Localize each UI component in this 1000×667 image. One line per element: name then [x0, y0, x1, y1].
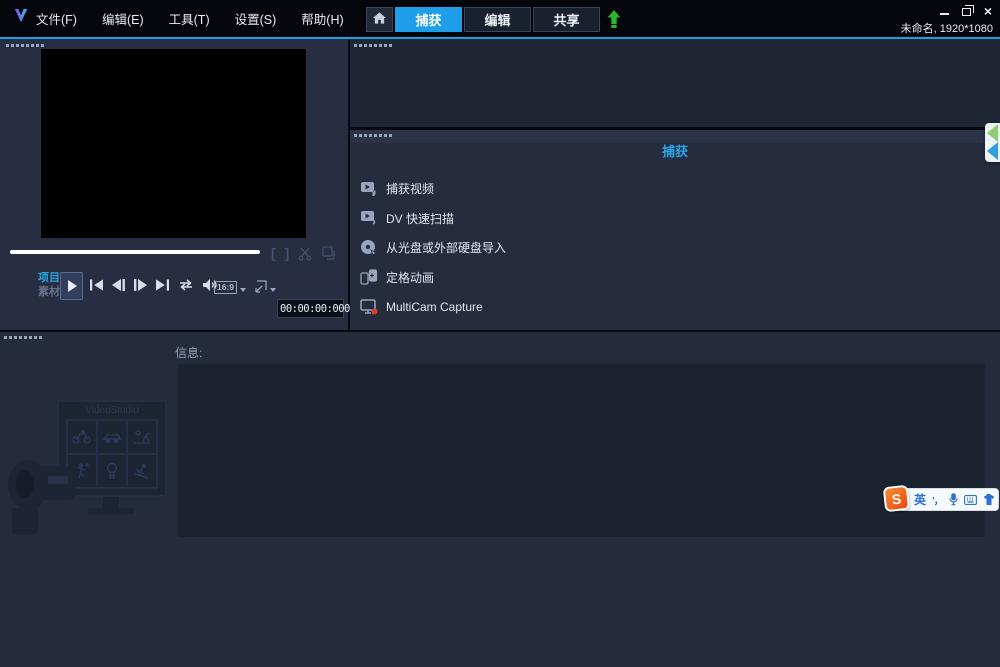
minimize-button[interactable]: [940, 8, 949, 15]
split-clip-icon[interactable]: [322, 246, 336, 260]
trim-controls: [ ]: [271, 245, 336, 261]
library-panel: [350, 39, 1000, 127]
ime-toolbar: S 英 ’，: [884, 486, 1000, 513]
aspect-dropdown-icon[interactable]: [240, 288, 246, 292]
enlarge-preview-icon[interactable]: [253, 280, 267, 294]
dv-quick-scan-item[interactable]: DV 快速扫描: [359, 204, 506, 234]
document-info: 未命名, 1920*1080: [901, 20, 993, 36]
loop-icon[interactable]: [178, 279, 194, 291]
watermark-monitor-base: [88, 508, 134, 514]
menu-tools[interactable]: 工具(T): [169, 9, 210, 28]
capture-panel-title: 捕获: [350, 141, 1000, 160]
watermark-beach-icon: [127, 420, 157, 454]
watermark-camcorder-grip: [12, 508, 38, 535]
tab-share[interactable]: 共享: [533, 7, 600, 32]
go-end-icon[interactable]: [156, 279, 169, 291]
videostudio-watermark: VideoStudio: [0, 390, 180, 535]
info-label: 信息:: [175, 344, 202, 361]
watermark-ski-icon: [127, 454, 157, 488]
stop-motion-item[interactable]: 定格动画: [359, 263, 506, 293]
disc-import-item[interactable]: 从光盘或外部硬盘导入: [359, 233, 506, 263]
player-panel: [ ] 项目 素材: [0, 39, 348, 330]
close-button[interactable]: ×: [984, 6, 992, 16]
capture-item-label: 从光盘或外部硬盘导入: [386, 239, 506, 256]
menu-settings[interactable]: 设置(S): [235, 9, 277, 28]
stop-motion-icon: [359, 269, 378, 285]
ime-mic-icon[interactable]: [949, 493, 958, 506]
restore-button[interactable]: [962, 8, 971, 16]
home-icon: [373, 11, 386, 29]
panel-drag-handle[interactable]: [354, 44, 392, 47]
watermark-brand: VideoStudio: [59, 405, 165, 416]
preview-screen: [41, 49, 306, 238]
capture-video-icon: [359, 181, 378, 197]
ime-keyboard-icon[interactable]: [964, 495, 977, 505]
panel-drag-handle[interactable]: [4, 336, 42, 339]
watermark-balloon-icon: [97, 454, 127, 488]
window-controls: ×: [940, 6, 992, 16]
capture-options-panel: 捕获 捕获视频 DV 快速扫描: [350, 130, 1000, 330]
menu-edit[interactable]: 编辑(E): [102, 9, 144, 28]
mark-out-icon[interactable]: ]: [285, 245, 290, 261]
ime-punctuation-toggle[interactable]: ’，: [932, 492, 943, 507]
dv-quick-scan-icon: [359, 210, 378, 226]
titlebar: 文件(F) 编辑(E) 工具(T) 设置(S) 帮助(H) 捕获 编辑 共享 ×: [0, 0, 1000, 37]
ime-language-toggle[interactable]: 英: [914, 491, 926, 508]
chevron-left-green-icon: [987, 124, 998, 142]
tab-edit[interactable]: 编辑: [464, 7, 531, 32]
capture-item-label: 定格动画: [386, 269, 434, 286]
menu-bar: 文件(F) 编辑(E) 工具(T) 设置(S) 帮助(H): [36, 0, 344, 37]
panel-drag-handle[interactable]: [6, 44, 44, 47]
go-start-icon[interactable]: [90, 279, 103, 291]
home-tab[interactable]: [366, 7, 393, 32]
capture-item-label: MultiCam Capture: [386, 300, 483, 314]
play-button[interactable]: [60, 272, 83, 300]
transport-controls: [90, 279, 217, 291]
watermark-bike-icon: [67, 420, 97, 454]
menu-help[interactable]: 帮助(H): [301, 9, 343, 28]
watermark-thumbnail-grid: [66, 419, 158, 489]
app-window: 文件(F) 编辑(E) 工具(T) 设置(S) 帮助(H) 捕获 编辑 共享 ×: [0, 0, 1000, 667]
info-panel: 信息: VideoStudio: [0, 330, 1000, 667]
videostudio-logo-icon: [12, 8, 30, 29]
cut-scissors-icon[interactable]: [298, 246, 313, 261]
watermark-camcorder-slot: [48, 476, 68, 484]
capture-video-item[interactable]: 捕获视频: [359, 174, 506, 204]
ime-logo[interactable]: S: [883, 485, 910, 512]
accent-divider: [0, 37, 1000, 39]
mark-in-icon[interactable]: [: [271, 245, 276, 261]
ime-skin-icon[interactable]: [983, 494, 995, 505]
display-options: 16:9: [214, 280, 276, 294]
multicam-capture-icon: [359, 299, 378, 315]
tab-capture[interactable]: 捕获: [395, 7, 462, 32]
multicam-capture-item[interactable]: MultiCam Capture: [359, 292, 506, 322]
aspect-ratio-badge[interactable]: 16:9: [214, 281, 237, 294]
timecode-value: 00:00:00:000: [280, 303, 350, 315]
disc-import-icon: [359, 239, 378, 256]
timecode-field[interactable]: 00:00:00:000: [277, 299, 344, 318]
next-frame-icon[interactable]: [134, 279, 147, 291]
workspace-tabs: 捕获 编辑 共享: [366, 7, 621, 32]
prev-frame-icon[interactable]: [112, 279, 125, 291]
capture-item-label: DV 快速扫描: [386, 210, 454, 227]
capture-item-label: 捕获视频: [386, 180, 434, 197]
watermark-monitor-neck: [103, 497, 119, 508]
chevron-left-blue-icon: [987, 142, 998, 160]
info-display-box: [178, 364, 985, 537]
main-area: [ ] 项目 素材: [0, 39, 1000, 330]
slide-out-handle[interactable]: [985, 123, 1000, 162]
ime-bar: 英 ’，: [899, 488, 999, 511]
menu-file[interactable]: 文件(F): [36, 9, 77, 28]
watermark-car-icon: [97, 420, 127, 454]
enlarge-dropdown-icon[interactable]: [270, 288, 276, 292]
capture-options-list: 捕获视频 DV 快速扫描 从光盘或外部硬盘导入: [359, 174, 506, 322]
scrubber-bar[interactable]: [10, 250, 260, 254]
upgrade-arrow-icon[interactable]: [607, 10, 621, 29]
panel-drag-handle[interactable]: [354, 134, 392, 137]
